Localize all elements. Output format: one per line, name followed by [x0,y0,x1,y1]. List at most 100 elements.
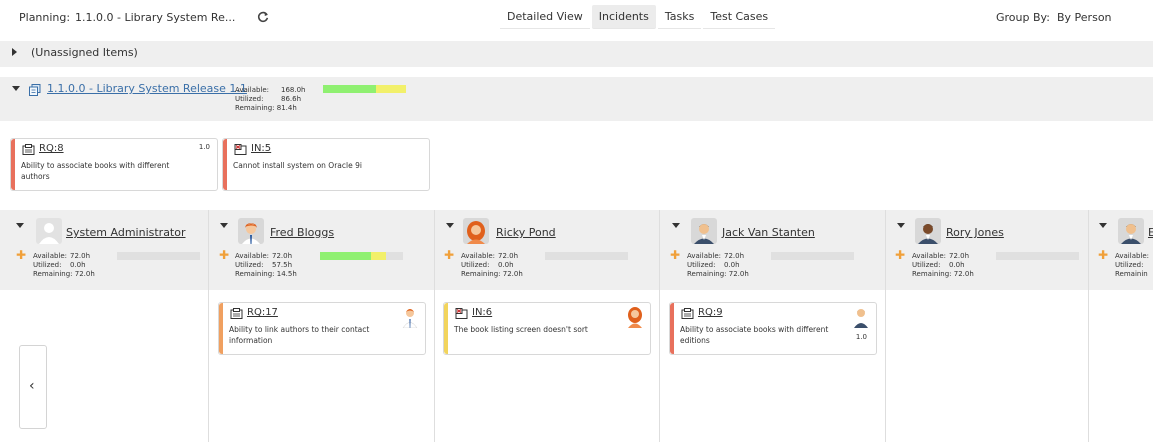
utilized-label: Utilized: [687,261,716,269]
person-name-link[interactable]: Fred Bloggs [270,226,334,239]
add-item-icon[interactable]: ✚ [219,249,229,261]
avatar [1118,218,1144,244]
owner-avatar-icon [402,309,418,328]
remaining-value: 72.0h [953,270,974,278]
groupby-select[interactable]: By Person [1057,11,1112,24]
remaining-label: Remainin [1115,270,1148,278]
person-progress-bar [771,252,854,260]
planning-label: Planning: [19,11,71,24]
available-label: Available: [1115,252,1150,260]
person-progress-bar [996,252,1079,260]
avatar [36,218,62,244]
progress-green [323,85,377,93]
unassigned-items-row[interactable]: (Unassigned Items) [0,41,1153,67]
card-desc-line: editions [680,336,710,345]
person-name-link[interactable]: Rory Jones [946,226,1004,239]
available-value: 72.0h [498,252,519,260]
utilized-label: Utilized: [235,95,264,103]
card-estimate: 1.0 [198,143,210,151]
tab-incidents[interactable]: Incidents [591,5,656,29]
person-name-link[interactable]: Ricky Pond [496,226,556,239]
card-stripe [670,303,674,354]
add-item-icon[interactable]: ✚ [670,249,680,261]
collapse-icon[interactable] [446,223,454,228]
available-label: Available: [912,252,947,260]
release-icon [29,84,41,96]
utilized-value: 57.5h [272,261,293,269]
remaining-value: 72.0h [728,270,749,278]
person-card-in6[interactable]: IN:6 The book listing screen doesn't sor… [443,302,651,355]
remaining-value: 81.4h [276,104,297,112]
column-divider [1088,210,1089,442]
utilized-label: Utilized: [461,261,490,269]
remaining-label: Remaining: [235,270,275,278]
person-stats: Available: 72.0h Utilized: 0.0h Remaining:… [461,252,523,279]
person-card-rq9[interactable]: RQ:9 1.0 Ability to associate books with… [669,302,877,355]
utilized-label: Utilized: [1115,261,1144,269]
remaining-label: Remaining: [461,270,501,278]
card-id-link[interactable]: IN:6 [472,307,492,318]
owner-avatar-icon [628,307,642,328]
refresh-icon[interactable] [256,10,270,24]
person-name-link[interactable]: System Administrator [66,226,186,239]
people-header-row [0,210,1153,290]
release-card-rq8[interactable]: RQ:8 1.0 Ability to associate books with… [10,138,218,191]
progress-green [320,252,372,260]
available-value: 72.0h [949,252,970,260]
person-progress-bar [320,252,403,260]
utilized-label: Utilized: [33,261,62,269]
card-stripe [11,139,15,190]
previous-page-button[interactable]: ‹ [19,345,47,429]
card-stripe [223,139,227,190]
add-item-icon[interactable]: ✚ [16,249,26,261]
card-desc-line: information [229,336,273,345]
available-value: 72.0h [724,252,745,260]
utilized-value: 0.0h [498,261,514,269]
available-label: Available: [33,252,68,260]
collapse-icon[interactable] [672,223,680,228]
available-label: Available: [235,252,270,260]
collapse-icon[interactable] [12,86,20,91]
tab-test-cases[interactable]: Test Cases [703,5,776,29]
utilized-value: 0.0h [949,261,965,269]
remaining-label: Remaining: [687,270,727,278]
add-item-icon[interactable]: ✚ [444,249,454,261]
collapse-icon[interactable] [897,223,905,228]
person-name-link[interactable]: Jack Van Stanten [722,226,815,239]
utilized-label: Utilized: [912,261,941,269]
collapse-icon[interactable] [16,223,24,228]
incident-icon [234,144,247,155]
remaining-value: 72.0h [502,270,523,278]
release-link[interactable]: 1.1.0.0 - Library System Release 1.1 [47,82,247,95]
tab-tasks[interactable]: Tasks [657,5,702,29]
release-card-in5[interactable]: IN:5 Cannot install system on Oracle 9i [222,138,430,191]
card-desc-line: Ability to associate books with differen… [21,161,170,170]
collapse-icon[interactable] [220,223,228,228]
card-id-link[interactable]: RQ:9 [698,307,723,318]
add-item-icon[interactable]: ✚ [1098,249,1108,261]
collapse-icon[interactable] [1099,223,1107,228]
person-name-link[interactable]: E [1148,226,1153,239]
person-progress-bar [545,252,628,260]
card-stripe [444,303,448,354]
tab-detailed-view[interactable]: Detailed View [500,5,590,29]
add-item-icon[interactable]: ✚ [895,249,905,261]
utilized-value: 0.0h [70,261,86,269]
groupby-label: Group By: [996,11,1050,24]
available-label: Available: [235,86,270,94]
remaining-value: 14.5h [276,270,297,278]
card-description: Ability to link authors to their contact… [229,324,369,346]
avatar [915,218,941,244]
card-id-link[interactable]: IN:5 [251,143,271,154]
column-divider [885,210,886,442]
card-desc-line: Ability to link authors to their contact [229,325,370,334]
progress-yellow [376,85,406,93]
remaining-label: Remaining: [33,270,73,278]
remaining-label: Remaining: [912,270,952,278]
person-card-rq17[interactable]: RQ:17 Ability to link authors to their c… [218,302,426,355]
expand-icon[interactable] [12,48,17,56]
planning-release-select[interactable]: 1.1.0.0 - Library System Re... [75,11,235,24]
card-id-link[interactable]: RQ:8 [39,143,64,154]
card-id-link[interactable]: RQ:17 [247,307,278,318]
card-desc-line: Ability to associate books with differen… [680,325,829,334]
